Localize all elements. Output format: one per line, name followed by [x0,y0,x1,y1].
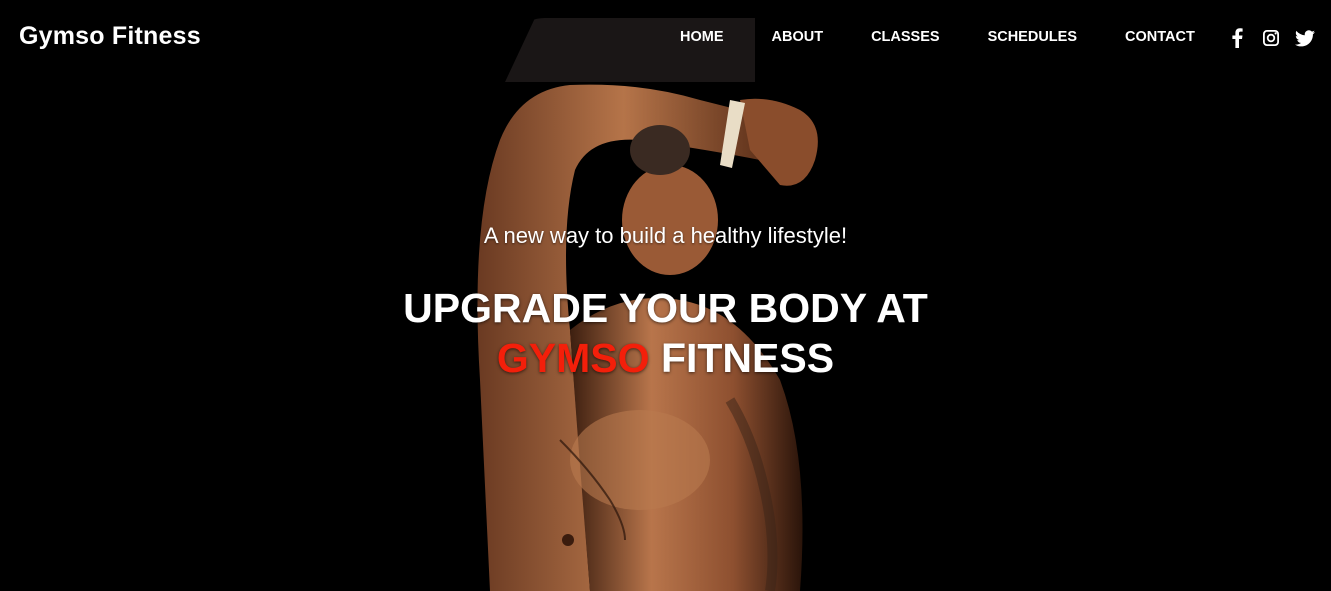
navbar: Gymso Fitness HOME ABOUT CLASSES SCHEDUL… [0,0,1331,78]
twitter-link[interactable] [1294,27,1316,49]
social-links [1226,27,1316,49]
nav-links: HOME ABOUT CLASSES SCHEDULES CONTACT [680,29,1195,45]
hero-tagline: A new way to build a healthy lifestyle! [483,223,848,248]
nav-link-classes[interactable]: CLASSES [871,29,940,45]
facebook-link[interactable] [1226,27,1248,49]
twitter-icon [1295,29,1315,46]
nav-link-schedules[interactable]: SCHEDULES [988,29,1077,45]
nav-link-home[interactable]: HOME [680,29,724,45]
headline-end: FITNESS [660,335,835,381]
brand-logo-link[interactable]: Gymso Fitness [19,22,201,51]
nav-link-contact[interactable]: CONTACT [1125,29,1195,45]
headline-accent: GYMSO [496,335,650,381]
headline-line-1: UPGRADE YOUR BODY AT [403,285,928,331]
facebook-icon [1232,28,1243,48]
page: Gymso Fitness HOME ABOUT CLASSES SCHEDUL… [0,0,1331,591]
nav-link-about[interactable]: ABOUT [772,29,824,45]
hero-headline: UPGRADE YOUR BODY AT GYMSO FITNESS [0,283,1331,383]
instagram-link[interactable] [1260,27,1282,49]
instagram-icon [1263,30,1279,46]
